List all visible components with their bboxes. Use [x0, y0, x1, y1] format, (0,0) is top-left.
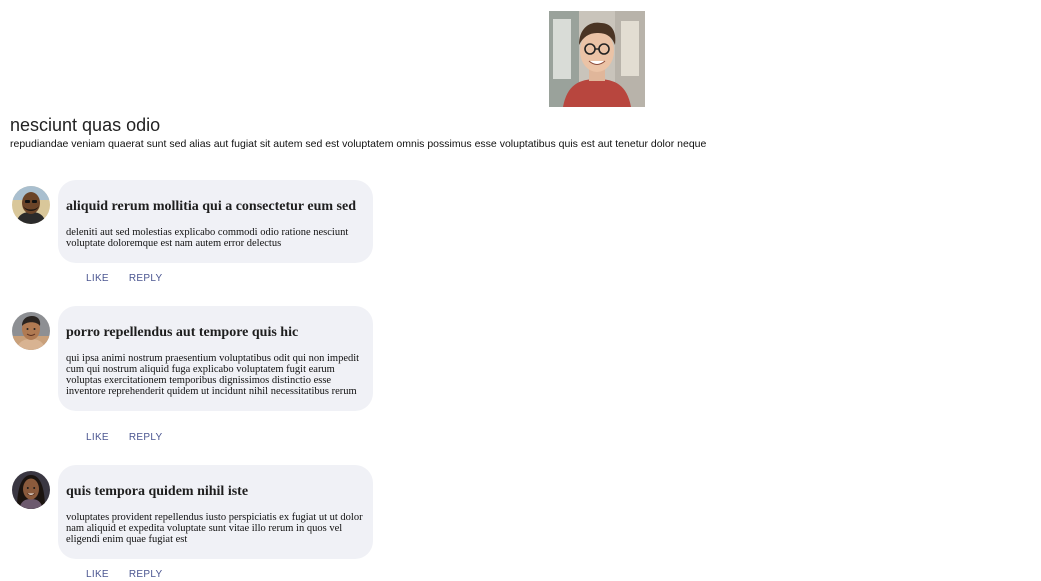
- comment-body: qui ipsa animi nostrum praesentium volup…: [66, 353, 360, 397]
- comment-actions: LIKE REPLY: [86, 569, 162, 580]
- comment-body: voluptates provident repellendus iusto p…: [66, 512, 363, 545]
- commenter-avatar: [12, 186, 50, 224]
- avatar-icon: [12, 471, 50, 509]
- comment-bubble: aliquid rerum mollitia qui a consectetur…: [58, 180, 373, 263]
- post-title: nesciunt quas odio: [10, 115, 161, 135]
- comment-bubble: porro repellendus aut tempore quis hic q…: [58, 306, 373, 411]
- post-body: repudiandae veniam quaerat sunt sed alia…: [10, 138, 707, 150]
- comment-title: quis tempora quidem nihil iste: [66, 484, 249, 499]
- commenter-avatar: [12, 471, 50, 509]
- post-author-photo: [549, 11, 645, 107]
- comment-title: porro repellendus aut tempore quis hic: [66, 325, 299, 340]
- like-button[interactable]: LIKE: [86, 569, 109, 580]
- avatar-icon: [12, 312, 50, 350]
- comment-actions: LIKE REPLY: [86, 273, 162, 284]
- reply-button[interactable]: REPLY: [129, 273, 163, 284]
- like-button[interactable]: LIKE: [86, 432, 109, 443]
- comment-title: aliquid rerum mollitia qui a consectetur…: [66, 199, 356, 214]
- reply-button[interactable]: REPLY: [129, 432, 163, 443]
- commenter-avatar: [12, 312, 50, 350]
- profile-photo-icon: [549, 11, 645, 107]
- comment-body: deleniti aut sed molestias explicabo com…: [66, 227, 349, 249]
- like-button[interactable]: LIKE: [86, 273, 109, 284]
- comment-bubble: quis tempora quidem nihil iste voluptate…: [58, 465, 373, 559]
- reply-button[interactable]: REPLY: [129, 569, 163, 580]
- avatar-icon: [12, 186, 50, 224]
- comment-actions: LIKE REPLY: [86, 432, 162, 443]
